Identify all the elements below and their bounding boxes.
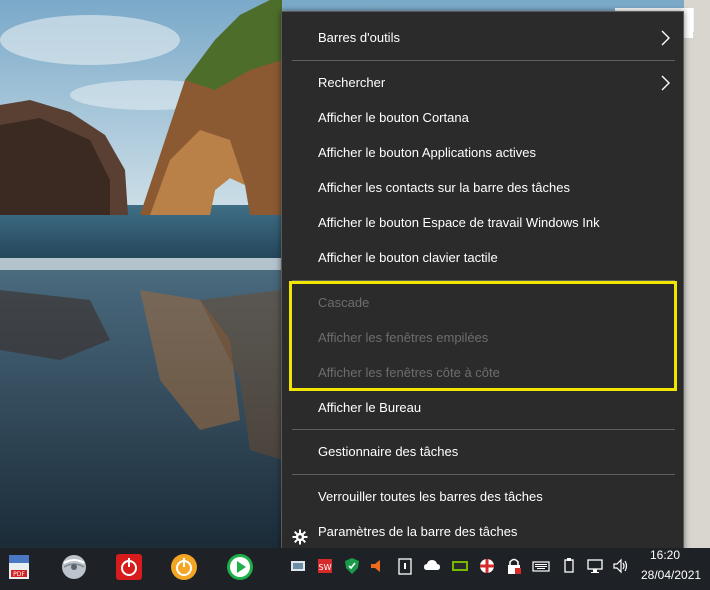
menu-item-label: Rechercher	[318, 75, 386, 90]
menu-item-toolbars[interactable]: Barres d'outils	[282, 21, 683, 55]
pro-disc-icon[interactable]	[60, 553, 88, 581]
menu-item-lock-taskbars[interactable]: Verrouiller toutes les barres des tâches	[282, 480, 683, 514]
taskbar-context-menu: Barres d'outils Rechercher Afficher le b…	[281, 11, 684, 557]
menu-item-touch-keyboard[interactable]: Afficher le bouton clavier tactile	[282, 241, 683, 275]
power-red-icon[interactable]	[115, 553, 143, 581]
menu-item-label: Afficher le bouton Espace de travail Win…	[318, 215, 600, 230]
menu-item-label: Afficher les fenêtres côte à côte	[318, 365, 500, 380]
gear-icon	[292, 524, 308, 545]
menu-item-taskbar-settings[interactable]: Paramètres de la barre des tâches	[282, 515, 683, 549]
menu-item-label: Afficher le bouton Cortana	[318, 110, 469, 125]
menu-item-side-by-side: Afficher les fenêtres côte à côte	[282, 356, 683, 390]
menu-item-label: Afficher le bouton Applications actives	[318, 145, 537, 160]
network-share-icon[interactable]	[289, 557, 307, 575]
keyboard-icon[interactable]	[532, 557, 550, 575]
svg-text:SW: SW	[319, 563, 332, 572]
gpu-icon[interactable]	[451, 557, 469, 575]
clipboard-icon[interactable]	[396, 557, 414, 575]
speaker-icon[interactable]	[612, 557, 630, 575]
menu-item-label: Afficher le Bureau	[318, 400, 422, 415]
power-orange-icon[interactable]	[170, 553, 198, 581]
chevron-right-icon	[661, 21, 673, 55]
menu-item-stacked: Afficher les fenêtres empilées	[282, 321, 683, 355]
menu-item-windows-ink[interactable]: Afficher le bouton Espace de travail Win…	[282, 206, 683, 240]
menu-separator	[292, 60, 675, 61]
svg-text:PDF: PDF	[13, 571, 25, 578]
menu-item-label: Verrouiller toutes les barres des tâches	[318, 489, 543, 504]
clock-time[interactable]: 16:20	[650, 548, 680, 562]
volume-orange-icon[interactable]	[368, 557, 386, 575]
menu-item-label: Cascade	[318, 295, 370, 310]
lock-icon[interactable]	[505, 557, 523, 575]
cloud-icon[interactable]	[423, 557, 441, 575]
menu-item-label: Afficher les fenêtres empilées	[318, 330, 489, 345]
menu-item-task-view[interactable]: Afficher le bouton Applications actives	[282, 136, 683, 170]
menu-separator	[292, 429, 675, 430]
menu-item-label: Paramètres de la barre des tâches	[318, 524, 518, 539]
menu-item-label: Afficher les contacts sur la barre des t…	[318, 180, 570, 195]
menu-item-task-manager[interactable]: Gestionnaire des tâches	[282, 435, 683, 469]
menu-item-label: Barres d'outils	[318, 30, 400, 45]
play-green-icon[interactable]	[226, 553, 254, 581]
menu-item-label: Afficher le bouton clavier tactile	[318, 250, 498, 265]
clock-date[interactable]: 28/04/2021	[641, 568, 701, 582]
menu-item-label: Gestionnaire des tâches	[318, 444, 459, 459]
swiss-icon[interactable]: SW	[316, 557, 334, 575]
pdf-icon[interactable]: PDF	[5, 553, 33, 581]
menu-item-cascade: Cascade	[282, 286, 683, 320]
usb-icon[interactable]	[560, 557, 578, 575]
menu-item-cortana[interactable]: Afficher le bouton Cortana	[282, 101, 683, 135]
shield-icon[interactable]	[343, 557, 361, 575]
menu-separator	[292, 280, 675, 281]
chevron-right-icon	[661, 66, 673, 100]
menu-separator	[292, 474, 675, 475]
background-window-edge	[684, 0, 710, 548]
menu-item-show-desktop[interactable]: Afficher le Bureau	[282, 391, 683, 425]
network-icon[interactable]	[586, 557, 604, 575]
antivirus-icon[interactable]	[478, 557, 496, 575]
menu-item-contacts[interactable]: Afficher les contacts sur la barre des t…	[282, 171, 683, 205]
menu-item-search[interactable]: Rechercher	[282, 66, 683, 100]
